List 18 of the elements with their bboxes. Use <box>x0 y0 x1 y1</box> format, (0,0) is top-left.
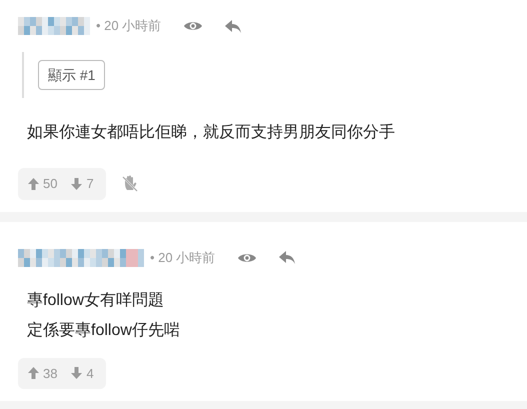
timestamp: • 20 小時前 <box>96 17 162 36</box>
comment-text: 如果你連女都唔比佢睇，就反而支持男朋友同你分手 <box>27 122 396 143</box>
blurred-username <box>18 17 90 35</box>
downvote-count: 4 <box>86 364 94 382</box>
show-quote-button[interactable]: 顯示 #1 <box>38 60 106 90</box>
upvote-count: 38 <box>43 364 58 382</box>
downvote-count: 7 <box>86 175 94 193</box>
downvote-icon <box>71 178 82 190</box>
comment-text: 定係要專follow仔先啱 <box>27 320 181 340</box>
timestamp: • 20 小時前 <box>150 248 216 267</box>
hand-icon[interactable] <box>122 175 138 192</box>
reply-icon[interactable] <box>225 20 242 32</box>
upvote-icon <box>28 178 39 190</box>
upvote-icon <box>28 367 39 380</box>
comment-text: 專follow女有咩問題 <box>27 290 165 310</box>
reply-icon[interactable] <box>279 251 296 264</box>
upvote-count: 50 <box>43 175 58 193</box>
downvote-icon <box>71 367 82 380</box>
